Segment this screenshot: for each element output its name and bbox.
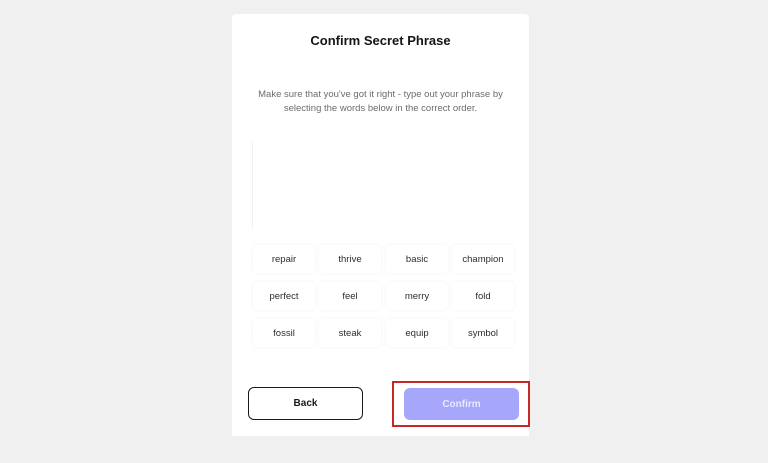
page-title: Confirm Secret Phrase <box>310 33 451 48</box>
word-chip-basic[interactable]: basic <box>386 245 448 273</box>
word-chip-steak[interactable]: steak <box>319 319 381 347</box>
word-chip-repair[interactable]: repair <box>253 245 315 273</box>
selected-phrase-area[interactable] <box>252 141 509 229</box>
word-chip-thrive[interactable]: thrive <box>319 245 381 273</box>
word-chip-merry[interactable]: merry <box>386 282 448 310</box>
word-chip-equip[interactable]: equip <box>386 319 448 347</box>
word-chip-symbol[interactable]: symbol <box>452 319 514 347</box>
word-chip-champion[interactable]: champion <box>452 245 514 273</box>
confirm-phrase-card: Confirm Secret Phrase Make sure that you… <box>232 14 529 436</box>
back-button[interactable]: Back <box>248 387 363 420</box>
confirm-button[interactable]: Confirm <box>404 388 519 420</box>
instructions-text: Make sure that you've got it right - typ… <box>258 89 503 114</box>
word-chip-fossil[interactable]: fossil <box>253 319 315 347</box>
word-chip-feel[interactable]: feel <box>319 282 381 310</box>
word-grid: repair thrive basic champion perfect fee… <box>253 245 517 355</box>
word-chip-fold[interactable]: fold <box>452 282 514 310</box>
word-chip-perfect[interactable]: perfect <box>253 282 315 310</box>
